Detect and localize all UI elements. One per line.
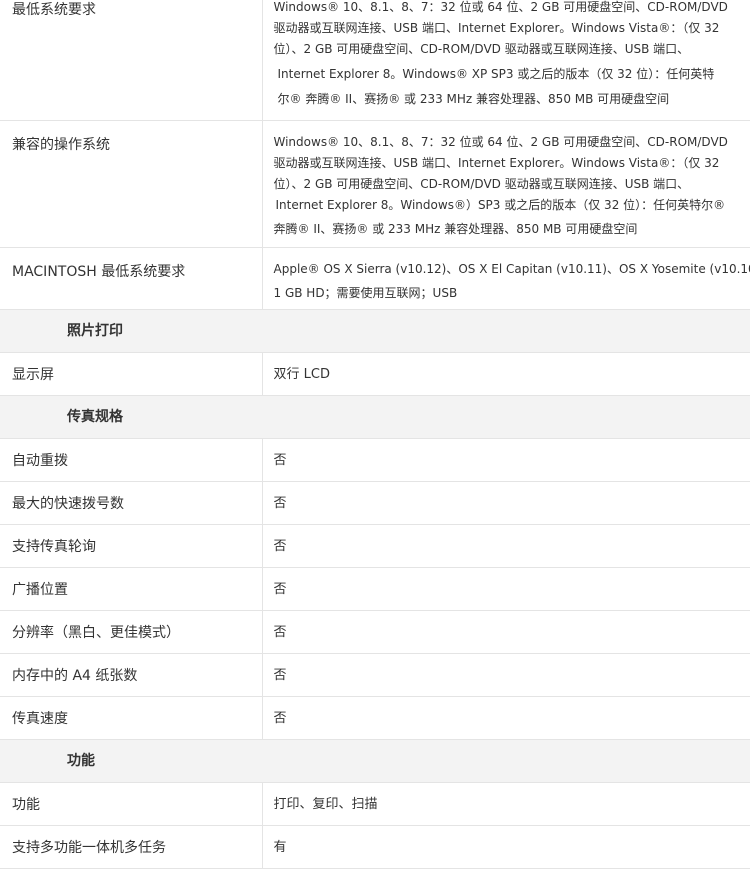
spec-value: Windows® 10、8.1、8、7：32 位或 64 位、2 GB 可用硬盘… xyxy=(262,0,750,121)
spec-row: 广播位置 否 xyxy=(0,567,750,611)
spec-label: 传真速度 xyxy=(0,696,263,740)
spec-row: 最大的快速拨号数 否 xyxy=(0,481,750,525)
spec-value-line: 奔腾® II、赛扬® 或 233 MHz 兼容处理器、850 MB 可用硬盘空间 xyxy=(273,221,638,236)
spec-value: Apple® OS X Sierra (v10.12)、OS X El Capi… xyxy=(262,247,750,310)
spec-value: 双行 LCD xyxy=(262,352,750,396)
spec-label: 功能 xyxy=(0,782,263,826)
spec-value: 打印、复印、扫描 xyxy=(262,782,750,826)
spec-value: 否 xyxy=(262,696,750,740)
spec-row: 传真速度 否 xyxy=(0,696,750,740)
spec-value-line: 位）、2 GB 可用硬盘空间、CD-ROM/DVD 驱动器或互联网连接、USB … xyxy=(273,176,690,191)
spec-value-line: Windows® 10、8.1、8、7：32 位或 64 位、2 GB 可用硬盘… xyxy=(273,0,728,14)
section-title: 传真规格 xyxy=(0,395,750,439)
spec-label: 自动重拨 xyxy=(0,438,263,482)
spec-label: 广播位置 xyxy=(0,567,263,611)
spec-value: 否 xyxy=(262,438,750,482)
spec-value: Windows® 10、8.1、8、7：32 位或 64 位、2 GB 可用硬盘… xyxy=(262,120,750,248)
spec-row: 支持传真轮询 否 xyxy=(0,524,750,568)
spec-label: 兼容的操作系统 xyxy=(0,120,263,248)
spec-row: 支持多功能一体机多任务 有 xyxy=(0,825,750,869)
spec-value: 否 xyxy=(262,610,750,654)
spec-row: 内存中的 A4 纸张数 否 xyxy=(0,653,750,697)
spec-row-compatible-os: 兼容的操作系统 Windows® 10、8.1、8、7：32 位或 64 位、2… xyxy=(0,120,750,248)
spec-value-line: Apple® OS X Sierra (v10.12)、OS X El Capi… xyxy=(273,261,750,276)
spec-row: 分辨率（黑白、更佳模式） 否 xyxy=(0,610,750,654)
spec-value-line: 尔® 奔腾® II、赛扬® 或 233 MHz 兼容处理器、850 MB 可用硬… xyxy=(277,92,670,106)
spec-value: 否 xyxy=(262,567,750,611)
section-title: 照片打印 xyxy=(0,309,750,353)
spec-value: 否 xyxy=(262,524,750,568)
spec-value-line: 位）、2 GB 可用硬盘空间、CD-ROM/DVD 驱动器或互联网连接、USB … xyxy=(273,42,690,56)
spec-value-line: 驱动器或互联网连接、USB 端口、Internet Explorer。Windo… xyxy=(273,21,720,35)
spec-label: 最大的快速拨号数 xyxy=(0,481,263,525)
spec-table: 最低系统要求 Windows® 10、8.1、8、7：32 位或 64 位、2 … xyxy=(0,0,750,869)
spec-label: 显示屏 xyxy=(0,352,263,396)
spec-row: 自动重拨 否 xyxy=(0,438,750,482)
spec-value: 否 xyxy=(262,653,750,697)
spec-value-line: Internet Explorer 8。Windows®）SP3 或之后的版本（… xyxy=(275,197,726,212)
spec-label: 支持传真轮询 xyxy=(0,524,263,568)
spec-label: 最低系统要求 xyxy=(0,0,263,121)
spec-label: 内存中的 A4 纸张数 xyxy=(0,653,263,697)
spec-row: 功能 打印、复印、扫描 xyxy=(0,782,750,826)
spec-value-line: 驱动器或互联网连接、USB 端口、Internet Explorer。Windo… xyxy=(273,155,720,170)
spec-label: 支持多功能一体机多任务 xyxy=(0,825,263,869)
spec-value: 否 xyxy=(262,481,750,525)
section-title: 功能 xyxy=(0,739,750,783)
spec-value: 有 xyxy=(262,825,750,869)
spec-value-line: Windows® 10、8.1、8、7：32 位或 64 位、2 GB 可用硬盘… xyxy=(273,134,728,149)
spec-label: 分辨率（黑白、更佳模式） xyxy=(0,610,263,654)
spec-row-min-system: 最低系统要求 Windows® 10、8.1、8、7：32 位或 64 位、2 … xyxy=(0,0,750,121)
spec-row: 显示屏 双行 LCD xyxy=(0,352,750,396)
section-header-photo: 照片打印 xyxy=(0,309,750,353)
spec-value-line: Internet Explorer 8。Windows® XP SP3 或之后的… xyxy=(277,67,715,81)
spec-label: MACINTOSH 最低系统要求 xyxy=(0,247,263,310)
section-header-features: 功能 xyxy=(0,739,750,783)
spec-row-mac-system: MACINTOSH 最低系统要求 Apple® OS X Sierra (v10… xyxy=(0,247,750,310)
section-header-fax: 传真规格 xyxy=(0,395,750,439)
spec-value-line: 1 GB HD；需要使用互联网；USB xyxy=(273,285,458,300)
